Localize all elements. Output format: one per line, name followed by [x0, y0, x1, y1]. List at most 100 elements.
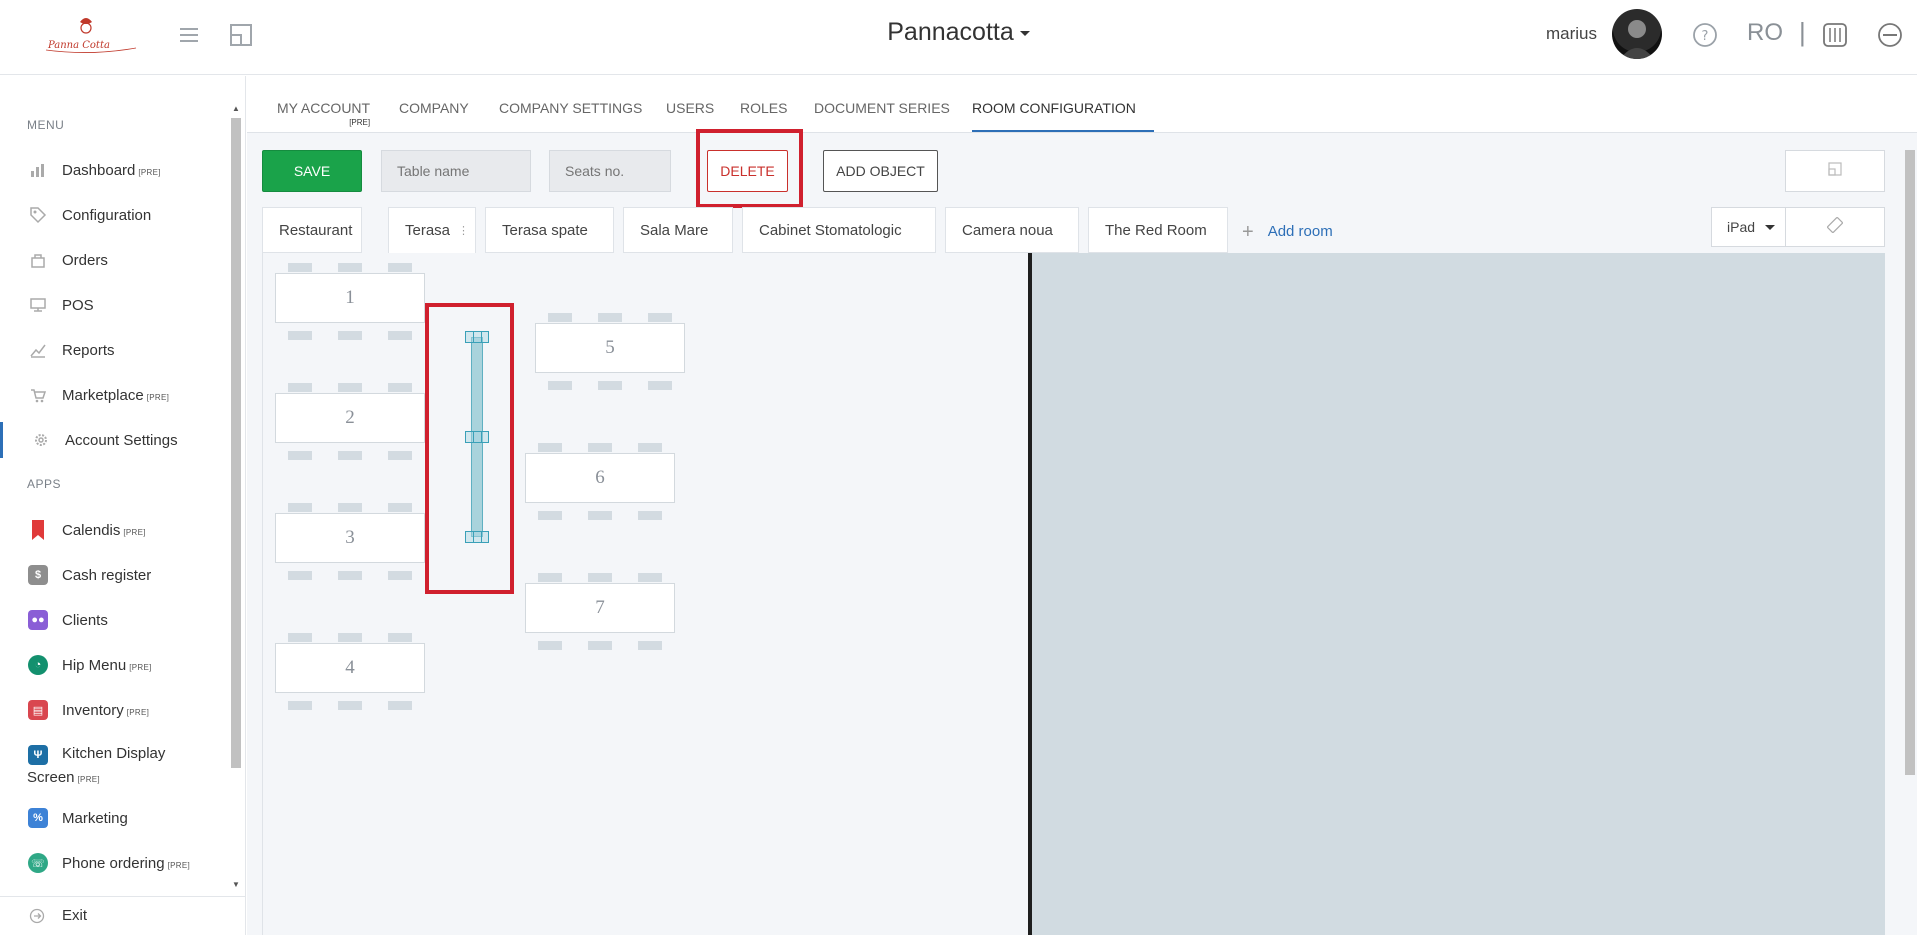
chair	[638, 573, 662, 582]
chair	[538, 573, 562, 582]
sidebar-app-inventory[interactable]: ▤ Inventory [PRE]	[0, 692, 228, 728]
hip-menu-icon: ◔	[28, 655, 48, 675]
sidebar-app-calendis[interactable]: Calendis [PRE]	[0, 512, 228, 548]
scrollbar-thumb[interactable]	[231, 118, 241, 768]
sidebar-item-label: Clients	[62, 611, 108, 629]
sidebar-item-marketplace[interactable]: Marketplace [PRE]	[0, 377, 228, 413]
avatar[interactable]	[1612, 9, 1662, 59]
table-6[interactable]: 6	[525, 453, 675, 503]
object-highlight-box	[425, 303, 514, 594]
pos-terminal-icon[interactable]	[1820, 20, 1850, 50]
corner-layout-button[interactable]	[1785, 150, 1885, 192]
pre-badge: [PRE]	[167, 860, 190, 870]
chair	[288, 571, 312, 580]
sidebar-item-account-settings[interactable]: Account Settings	[0, 422, 228, 458]
table-1[interactable]: 1	[275, 273, 425, 323]
cutlery-icon: Ψ	[28, 745, 48, 765]
sidebar-item-label: Orders	[62, 251, 108, 269]
marketing-icon: %	[28, 808, 48, 828]
delete-button[interactable]: DELETE	[707, 150, 788, 192]
table-5[interactable]: 5	[535, 323, 685, 373]
inventory-icon: ▤	[28, 700, 48, 720]
sidebar-item-configuration[interactable]: Configuration	[0, 197, 228, 233]
device-selector[interactable]: iPad	[1711, 207, 1786, 247]
chair	[588, 511, 612, 520]
chair	[538, 443, 562, 452]
chair	[388, 383, 412, 392]
save-button[interactable]: SAVE	[262, 150, 362, 192]
tab-company-settings[interactable]: COMPANY SETTINGS	[499, 100, 642, 130]
company-logo[interactable]: Panna Cotta	[40, 14, 140, 54]
sidebar-app-marketing[interactable]: % Marketing	[0, 800, 228, 836]
table-7[interactable]: 7	[525, 583, 675, 633]
tab-room-configuration[interactable]: ROOM CONFIGURATION	[972, 100, 1154, 132]
rotate-device-button[interactable]	[1785, 207, 1885, 247]
sidebar-item-label: Calendis	[62, 521, 121, 539]
add-object-button[interactable]: ADD OBJECT	[823, 150, 938, 192]
sidebar-item-dashboard[interactable]: Dashboard [PRE]	[0, 152, 228, 188]
chair	[388, 633, 412, 642]
room-tab-cabinet-stomatologic[interactable]: Cabinet Stomatologic	[742, 207, 936, 253]
table-2[interactable]: 2	[275, 393, 425, 443]
table-3[interactable]: 3	[275, 513, 425, 563]
sidebar-app-kitchen-display[interactable]: Ψ Kitchen Display Screen [PRE]	[0, 738, 228, 796]
seats-number-input[interactable]	[549, 150, 671, 192]
room-tab-restaurant[interactable]: Restaurant	[262, 207, 362, 253]
room-tab-the-red-room[interactable]: The Red Room	[1088, 207, 1228, 253]
sidebar-app-hip-menu[interactable]: ◔ Hip Menu [PRE]	[0, 647, 228, 683]
sidebar-item-orders[interactable]: Orders	[0, 242, 228, 278]
sidebar-item-pos[interactable]: POS	[0, 287, 228, 323]
username[interactable]: marius	[1546, 24, 1597, 44]
table-name-input[interactable]	[381, 150, 531, 192]
scrollbar-thumb[interactable]	[1905, 150, 1915, 775]
help-icon[interactable]: ?	[1690, 20, 1720, 50]
tab-document-series[interactable]: DOCUMENT SERIES	[814, 100, 950, 130]
room-tab-terasa[interactable]: Terasa ⋮	[388, 207, 476, 254]
resize-handle-bottom[interactable]	[465, 531, 489, 543]
resize-handle-middle[interactable]	[465, 431, 489, 443]
menu-heading: MENU	[27, 118, 65, 132]
resize-handle-top[interactable]	[465, 331, 489, 343]
chair	[288, 503, 312, 512]
tab-roles[interactable]: ROLES	[740, 100, 787, 130]
exit-label: Exit	[62, 907, 88, 924]
pre-badge: [PRE]	[129, 662, 152, 672]
room-tab-sala-mare[interactable]: Sala Mare	[623, 207, 733, 253]
menu-toggle-icon[interactable]	[174, 20, 204, 50]
chair	[288, 263, 312, 272]
chair	[648, 313, 672, 322]
plus-icon: +	[1242, 221, 1254, 243]
chair	[548, 381, 572, 390]
tab-users[interactable]: USERS	[666, 100, 714, 130]
room-tab-terasa-spate[interactable]: Terasa spate	[485, 207, 614, 253]
fullscreen-icon[interactable]	[226, 20, 256, 50]
sidebar-item-label: Configuration	[62, 206, 152, 224]
chair	[648, 381, 672, 390]
floor-plan-canvas[interactable]: 1 2 3 4 5 6 7	[262, 253, 1032, 935]
tab-my-account[interactable]: MY ACCOUNT [PRE]	[277, 100, 370, 130]
drag-handle-icon[interactable]: ⋮	[458, 224, 469, 237]
main-scrollbar[interactable]	[1902, 120, 1917, 935]
scroll-up-icon[interactable]: ▲	[232, 104, 240, 113]
language-selector[interactable]: RO	[1747, 19, 1783, 47]
users-icon: ●●	[28, 610, 48, 630]
tab-company[interactable]: COMPANY	[399, 100, 469, 130]
sidebar-app-clients[interactable]: ●● Clients	[0, 602, 228, 638]
sidebar-app-cash-register[interactable]: $ Cash register	[0, 557, 228, 593]
add-room-link[interactable]: + Add room	[1242, 221, 1333, 244]
room-tab-camera-noua[interactable]: Camera noua	[945, 207, 1079, 253]
table-4[interactable]: 4	[275, 643, 425, 693]
svg-text:?: ?	[1702, 29, 1709, 44]
scroll-down-icon[interactable]: ▼	[232, 880, 240, 889]
gear-icon	[31, 430, 51, 450]
pre-badge: [PRE]	[138, 167, 161, 177]
sidebar-exit[interactable]: Exit	[0, 896, 246, 935]
sidebar-app-phone-ordering[interactable]: ☏ Phone ordering [PRE]	[0, 845, 228, 881]
room-tab-label: Terasa	[405, 222, 451, 239]
pre-badge: [PRE]	[77, 775, 100, 784]
chevron-down-icon[interactable]	[1019, 30, 1030, 36]
logout-icon[interactable]	[1875, 20, 1905, 50]
sidebar-scrollbar[interactable]: ▲ ▼	[229, 104, 243, 894]
sidebar-item-reports[interactable]: Reports	[0, 332, 228, 368]
company-name[interactable]: Pannacotta	[887, 18, 1014, 46]
